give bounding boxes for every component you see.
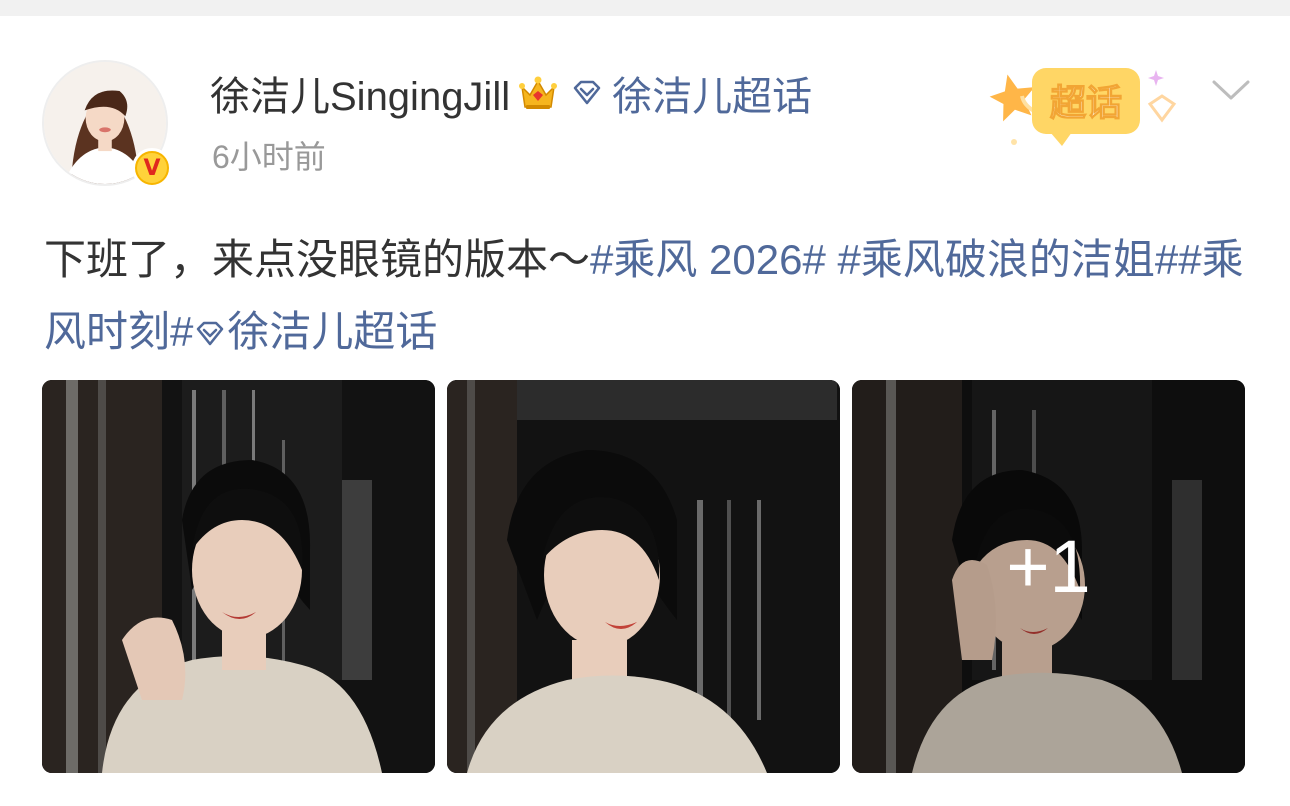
supertopic-link[interactable]: 徐洁儿超话 bbox=[612, 64, 812, 122]
v-verified-badge-icon: V bbox=[132, 148, 172, 188]
status-divider bbox=[0, 0, 1290, 16]
author-avatar[interactable]: V bbox=[42, 60, 172, 188]
chevron-down-icon[interactable] bbox=[1210, 72, 1252, 106]
post-content: 下班了，来点没眼镜的版本～#乘风 2026# #乘风破浪的洁姐##乘风时刻# 徐洁… bbox=[44, 224, 1244, 368]
author-name[interactable]: 徐洁儿SingingJill bbox=[210, 64, 510, 122]
more-images-count: +1 bbox=[1006, 525, 1091, 608]
post-plain-text: 下班了，来点没眼镜的版本～ bbox=[44, 236, 591, 283]
post-image-2[interactable] bbox=[447, 380, 840, 773]
post-image-1[interactable] bbox=[42, 380, 435, 773]
diamond-icon bbox=[573, 80, 601, 105]
image-grid: +1 bbox=[42, 380, 1246, 774]
diamond-icon bbox=[197, 321, 224, 346]
crown-icon[interactable] bbox=[516, 71, 560, 115]
post-image-3[interactable]: +1 bbox=[852, 380, 1245, 773]
sticker-label: 超话 bbox=[1050, 83, 1122, 124]
post-time: 6小时前 bbox=[212, 139, 326, 175]
supertopic-link[interactable]: 徐洁儿超话 bbox=[227, 308, 437, 355]
hashtag-link[interactable]: #乘风 2026# bbox=[590, 236, 826, 283]
weibo-post-card: V 徐洁儿SingingJill 徐洁儿超话 6小时前 超话 下班了，来点没眼镜… bbox=[0, 16, 1290, 806]
hashtag-link[interactable]: #乘风破浪的洁姐# bbox=[826, 236, 1179, 283]
author-name-row: 徐洁儿SingingJill 徐洁儿超话 bbox=[210, 68, 812, 119]
supertopic-sticker-icon[interactable]: 超话 bbox=[980, 46, 1186, 156]
